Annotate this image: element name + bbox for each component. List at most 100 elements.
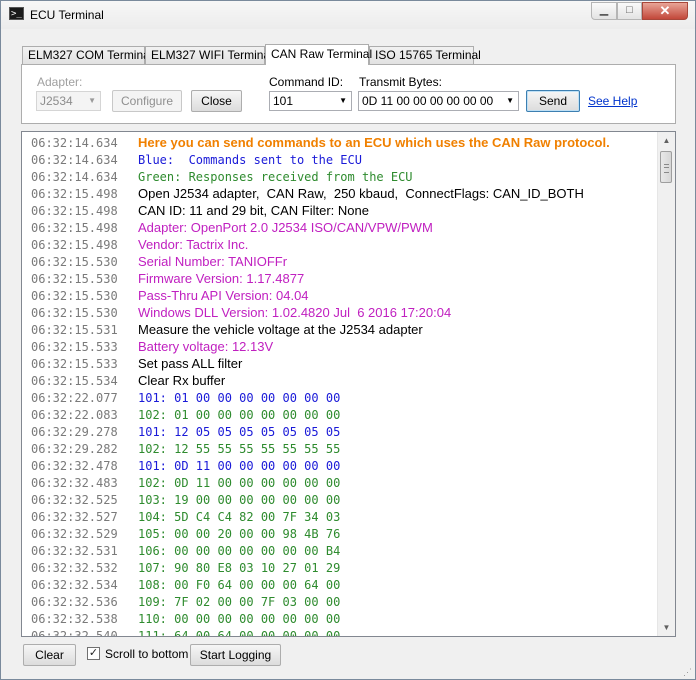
- log-message: Measure the vehicle voltage at the J2534…: [138, 322, 423, 337]
- scroll-down-arrow-icon[interactable]: ▼: [658, 619, 675, 636]
- log-message: 110: 00 00 00 00 00 00 00 00: [138, 612, 341, 626]
- log-timestamp: 06:32:32.540: [31, 629, 118, 637]
- resize-grip-icon[interactable]: ⋰: [683, 667, 693, 677]
- chevron-down-icon: ▼: [506, 96, 514, 105]
- start-logging-button[interactable]: Start Logging: [190, 644, 281, 666]
- log-line: 06:32:14.634 Blue: Commands sent to the E…: [31, 151, 651, 168]
- close-window-button[interactable]: ✕: [642, 2, 688, 20]
- log-message: Pass-Thru API Version: 04.04: [138, 288, 309, 303]
- log-line: 06:32:15.533 Battery voltage: 12.13V: [31, 338, 651, 355]
- adapter-value: J2534: [40, 94, 73, 108]
- log-message: 102: 0D 11 00 00 00 00 00 00: [138, 476, 341, 490]
- log-line: 06:32:32.525 103: 19 00 00 00 00 00 00 00: [31, 491, 651, 508]
- log-message: 103: 19 00 00 00 00 00 00 00: [138, 493, 341, 507]
- log-timestamp: 06:32:15.498: [31, 187, 118, 201]
- log-timestamp: 06:32:15.531: [31, 323, 118, 337]
- log-timestamp: 06:32:15.530: [31, 255, 118, 269]
- transmit-bytes-select[interactable]: 0D 11 00 00 00 00 00 00 ▼: [358, 91, 519, 111]
- log-timestamp: 06:32:14.634: [31, 153, 118, 167]
- log-line: 06:32:15.530 Firmware Version: 1.17.4877: [31, 270, 651, 287]
- log-timestamp: 06:32:15.498: [31, 204, 118, 218]
- log-line: 06:32:32.527 104: 5D C4 C4 82 00 7F 34 03: [31, 508, 651, 525]
- log-line: 06:32:22.083 102: 01 00 00 00 00 00 00 00: [31, 406, 651, 423]
- window-title: ECU Terminal: [30, 8, 104, 22]
- log-line: 06:32:29.278 101: 12 05 05 05 05 05 05 05: [31, 423, 651, 440]
- send-button[interactable]: Send: [526, 90, 580, 112]
- tab-elm327-com[interactable]: ELM327 COM Terminal: [22, 46, 153, 64]
- log-line: 06:32:15.530 Windows DLL Version: 1.02.48…: [31, 304, 651, 321]
- log-message: Set pass ALL filter: [138, 356, 243, 371]
- log-timestamp: 06:32:15.530: [31, 272, 118, 286]
- clear-button[interactable]: Clear: [23, 644, 76, 666]
- log-message: Vendor: Tactrix Inc.: [138, 237, 249, 252]
- log-line: 06:32:32.531 106: 00 00 00 00 00 00 00 B4: [31, 542, 651, 559]
- log-line: 06:32:15.498 CAN ID: 11 and 29 bit, CAN F…: [31, 202, 651, 219]
- log-timestamp: 06:32:22.083: [31, 408, 118, 422]
- log-timestamp: 06:32:15.498: [31, 238, 118, 252]
- log-line: 06:32:32.478 101: 0D 11 00 00 00 00 00 00: [31, 457, 651, 474]
- log-message: 111: 64 00 64 00 00 00 00 00: [138, 629, 341, 637]
- log-message: 106: 00 00 00 00 00 00 00 B4: [138, 544, 341, 558]
- log-line: 06:32:14.634 Here you can send commands t…: [31, 134, 651, 151]
- command-id-select[interactable]: 101 ▼: [269, 91, 352, 111]
- log-line: 06:32:15.530 Pass-Thru API Version: 04.04: [31, 287, 651, 304]
- log-message: Green: Responses received from the ECU: [138, 170, 413, 184]
- see-help-link[interactable]: See Help: [588, 94, 637, 108]
- configure-button[interactable]: Configure: [112, 90, 182, 112]
- log-message: 102: 12 55 55 55 55 55 55 55: [138, 442, 341, 456]
- log-timestamp: 06:32:15.530: [31, 306, 118, 320]
- log-message: 104: 5D C4 C4 82 00 7F 34 03: [138, 510, 341, 524]
- log-message: 101: 12 05 05 05 05 05 05 05: [138, 425, 341, 439]
- scroll-to-bottom-label: Scroll to bottom: [105, 647, 189, 661]
- log-message: 109: 7F 02 00 00 7F 03 00 00: [138, 595, 341, 609]
- log-line: 06:32:32.532 107: 90 80 E8 03 10 27 01 29: [31, 559, 651, 576]
- minimize-button[interactable]: ▁: [591, 2, 617, 20]
- scroll-to-bottom-checkbox[interactable]: ✓: [87, 647, 100, 660]
- log-message: 105: 00 00 20 00 00 98 4B 76: [138, 527, 341, 541]
- log-message: Adapter: OpenPort 2.0 J2534 ISO/CAN/VPW/…: [138, 220, 433, 235]
- log-line: 06:32:32.538 110: 00 00 00 00 00 00 00 00: [31, 610, 651, 627]
- log-timestamp: 06:32:15.533: [31, 340, 118, 354]
- chevron-down-icon: ▼: [88, 96, 96, 105]
- log-timestamp: 06:32:22.077: [31, 391, 118, 405]
- log-line: 06:32:14.634 Green: Responses received fr…: [31, 168, 651, 185]
- log-timestamp: 06:32:32.529: [31, 527, 118, 541]
- log-timestamp: 06:32:14.634: [31, 136, 118, 150]
- adapter-select[interactable]: J2534 ▼: [36, 91, 101, 111]
- log-timestamp: 06:32:15.498: [31, 221, 118, 235]
- log-line: 06:32:15.533 Set pass ALL filter: [31, 355, 651, 372]
- log-line: 06:32:15.531 Measure the vehicle voltage …: [31, 321, 651, 338]
- title-bar: >_ ECU Terminal ▁ □ ✕: [1, 1, 695, 29]
- scroll-thumb[interactable]: [660, 151, 672, 183]
- log-line: 06:32:15.498 Adapter: OpenPort 2.0 J2534 …: [31, 219, 651, 236]
- log-line: 06:32:32.536 109: 7F 02 00 00 7F 03 00 00: [31, 593, 651, 610]
- log-timestamp: 06:32:15.534: [31, 374, 118, 388]
- log-timestamp: 06:32:14.634: [31, 170, 118, 184]
- log-line: 06:32:32.483 102: 0D 11 00 00 00 00 00 00: [31, 474, 651, 491]
- log-timestamp: 06:32:32.534: [31, 578, 118, 592]
- log-message: Battery voltage: 12.13V: [138, 339, 274, 354]
- log-line: 06:32:15.534 Clear Rx buffer: [31, 372, 651, 389]
- log-message: Clear Rx buffer: [138, 373, 226, 388]
- log-line: 06:32:29.282 102: 12 55 55 55 55 55 55 55: [31, 440, 651, 457]
- log-timestamp: 06:32:29.282: [31, 442, 118, 456]
- log-timestamp: 06:32:32.536: [31, 595, 118, 609]
- log-line: 06:32:22.077 101: 01 00 00 00 00 00 00 00: [31, 389, 651, 406]
- chevron-down-icon: ▼: [339, 96, 347, 105]
- log-timestamp: 06:32:32.527: [31, 510, 118, 524]
- log-line: 06:32:15.498 Vendor: Tactrix Inc.: [31, 236, 651, 253]
- scroll-up-arrow-icon[interactable]: ▲: [658, 132, 675, 149]
- log-line: 06:32:32.540 111: 64 00 64 00 00 00 00 00: [31, 627, 651, 637]
- tab-iso-15765[interactable]: ISO 15765 Terminal: [369, 46, 481, 64]
- transmit-bytes-value: 0D 11 00 00 00 00 00 00: [362, 94, 494, 108]
- log-message: Windows DLL Version: 1.02.4820 Jul 6 201…: [138, 305, 452, 320]
- maximize-button[interactable]: □: [617, 2, 642, 20]
- tab-elm327-wifi[interactable]: ELM327 WIFI Terminal: [145, 46, 273, 64]
- command-id-label: Command ID:: [269, 75, 344, 89]
- ecu-terminal-window: >_ ECU Terminal ▁ □ ✕ ELM327 COM Termina…: [0, 0, 696, 680]
- adapter-label: Adapter:: [37, 75, 83, 89]
- terminal-log[interactable]: 06:32:14.634 Here you can send commands t…: [21, 131, 676, 637]
- log-scrollbar[interactable]: ▲ ▼: [657, 132, 675, 636]
- close-adapter-button[interactable]: Close: [191, 90, 242, 112]
- tab-can-raw[interactable]: CAN Raw Terminal: [265, 44, 372, 65]
